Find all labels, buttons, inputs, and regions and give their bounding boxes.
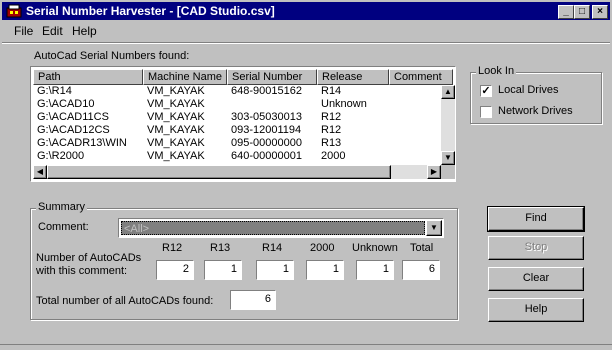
stop-button-label: Stop <box>524 241 548 253</box>
main-window: Serial Number Harvester - [CAD Studio.cs… <box>0 0 612 350</box>
count-label-line1: Number of AutoCADs <box>36 252 142 264</box>
menu-file[interactable]: File <box>14 24 33 38</box>
release-header-2000: 2000 <box>310 242 335 254</box>
count-r13-field[interactable]: 1 <box>204 260 242 280</box>
cell-release: 2000 <box>321 150 346 162</box>
comment-label: Comment: <box>38 221 89 233</box>
table-row[interactable]: G:\R2000 VM_KAYAK 640-00000001 2000 <box>33 150 441 163</box>
column-header-path[interactable]: Path <box>33 69 143 85</box>
listview-header: Path Machine Name Serial Number Release … <box>33 69 453 85</box>
cell-path: G:\ACAD10 <box>37 98 95 110</box>
title-bar[interactable]: Serial Number Harvester - [CAD Studio.cs… <box>2 2 610 20</box>
count-label-line2: with this comment: <box>36 265 128 277</box>
cell-serial: 648-90015162 <box>231 85 302 97</box>
serials-listview[interactable]: Path Machine Name Serial Number Release … <box>30 66 456 182</box>
listview-rows: G:\R14 VM_KAYAK 648-90015162 R14 G:\ACAD… <box>33 85 441 165</box>
checkmark-icon: ✓ <box>481 85 491 97</box>
count-total-field[interactable]: 6 <box>402 260 440 280</box>
release-header-r12: R12 <box>162 242 183 254</box>
cell-release: R12 <box>321 124 342 136</box>
column-header-serial[interactable]: Serial Number <box>227 69 317 85</box>
menu-edit[interactable]: Edit <box>42 24 63 38</box>
help-button-label: Help <box>524 303 548 315</box>
release-header-total: Total <box>410 242 434 254</box>
total-label: Total number of all AutoCADs found: <box>36 295 214 307</box>
clear-button-label: Clear <box>522 272 550 284</box>
table-row[interactable]: G:\ACAD10 VM_KAYAK Unknown <box>33 98 441 111</box>
column-header-machine[interactable]: Machine Name <box>143 69 227 85</box>
column-header-comment[interactable]: Comment <box>389 69 453 85</box>
table-row[interactable]: G:\R14 VM_KAYAK 648-90015162 R14 <box>33 85 441 98</box>
maximize-icon: □ <box>578 6 586 17</box>
scroll-right-icon[interactable]: ▶ <box>427 165 441 179</box>
cell-release: R12 <box>321 111 342 123</box>
cell-serial: 095-00000000 <box>231 137 302 149</box>
horizontal-scrollbar[interactable]: ◀ ▶ <box>33 165 441 179</box>
minimize-icon: _ <box>563 6 569 17</box>
count-unknown-field[interactable]: 1 <box>356 260 394 280</box>
network-drives-label[interactable]: Network Drives <box>498 105 573 117</box>
cell-machine: VM_KAYAK <box>147 111 205 123</box>
summary-title: Summary <box>36 201 88 213</box>
cell-path: G:\R2000 <box>37 150 85 162</box>
clear-button[interactable]: Clear <box>488 267 584 291</box>
stop-button[interactable]: Stop <box>488 236 584 260</box>
table-row[interactable]: G:\ACAD11CS VM_KAYAK 303-05030013 R12 <box>33 111 441 124</box>
scroll-corner <box>441 165 455 179</box>
cell-machine: VM_KAYAK <box>147 150 205 162</box>
find-button-label: Find <box>525 212 547 224</box>
menu-divider-highlight <box>2 43 610 44</box>
scroll-up-icon[interactable]: ▲ <box>441 85 455 99</box>
look-in-title: Look In <box>476 65 517 77</box>
vertical-scrollbar[interactable]: ▲ ▼ <box>441 85 455 165</box>
cell-path: G:\R14 <box>37 85 72 97</box>
local-drives-label[interactable]: Local Drives <box>498 84 559 96</box>
minimize-button[interactable]: _ <box>558 5 574 19</box>
close-button[interactable]: × <box>592 5 608 19</box>
release-header-r14: R14 <box>262 242 283 254</box>
cell-release: Unknown <box>321 98 367 110</box>
cell-path: G:\ACAD12CS <box>37 124 110 136</box>
table-row[interactable]: G:\ACADR13\WIN VM_KAYAK 095-00000000 R13 <box>33 137 441 150</box>
menu-help[interactable]: Help <box>72 24 97 38</box>
scroll-left-icon[interactable]: ◀ <box>33 165 47 179</box>
total-field[interactable]: 6 <box>230 290 276 310</box>
cell-release: R13 <box>321 137 342 149</box>
release-header-unknown: Unknown <box>352 242 398 254</box>
cell-machine: VM_KAYAK <box>147 85 205 97</box>
chevron-down-icon[interactable]: ▼ <box>426 220 442 236</box>
window-title: Serial Number Harvester - [CAD Studio.cs… <box>26 4 275 18</box>
maximize-button[interactable]: □ <box>574 5 590 19</box>
table-row[interactable]: G:\ACAD12CS VM_KAYAK 093-12001194 R12 <box>33 124 441 137</box>
cell-machine: VM_KAYAK <box>147 98 205 110</box>
comment-dropdown-value: <All> <box>121 221 425 235</box>
count-2000-field[interactable]: 1 <box>306 260 344 280</box>
cell-path: G:\ACAD11CS <box>37 111 109 123</box>
cell-machine: VM_KAYAK <box>147 137 205 149</box>
count-r12-field[interactable]: 2 <box>156 260 194 280</box>
cell-serial: 303-05030013 <box>231 111 302 123</box>
window-bottom-edge <box>0 344 612 345</box>
scroll-down-icon[interactable]: ▼ <box>441 151 455 165</box>
close-icon: × <box>597 6 603 17</box>
network-drives-checkbox[interactable] <box>480 106 492 118</box>
cell-path: G:\ACADR13\WIN <box>37 137 127 149</box>
find-button[interactable]: Find <box>487 206 585 232</box>
app-icon <box>6 4 22 18</box>
cell-serial: 640-00000001 <box>231 150 302 162</box>
cell-serial: 093-12001194 <box>231 124 302 136</box>
column-header-release[interactable]: Release <box>317 69 389 85</box>
local-drives-checkbox[interactable]: ✓ <box>480 85 492 97</box>
menu-bar: File Edit Help <box>2 22 610 40</box>
comment-dropdown[interactable]: <All> ▼ <box>118 218 444 238</box>
count-r14-field[interactable]: 1 <box>256 260 294 280</box>
release-header-r13: R13 <box>210 242 231 254</box>
serials-label: AutoCad Serial Numbers found: <box>34 50 190 62</box>
cell-release: R14 <box>321 85 342 97</box>
scroll-thumb[interactable] <box>47 165 391 179</box>
help-button[interactable]: Help <box>488 298 584 322</box>
cell-machine: VM_KAYAK <box>147 124 205 136</box>
